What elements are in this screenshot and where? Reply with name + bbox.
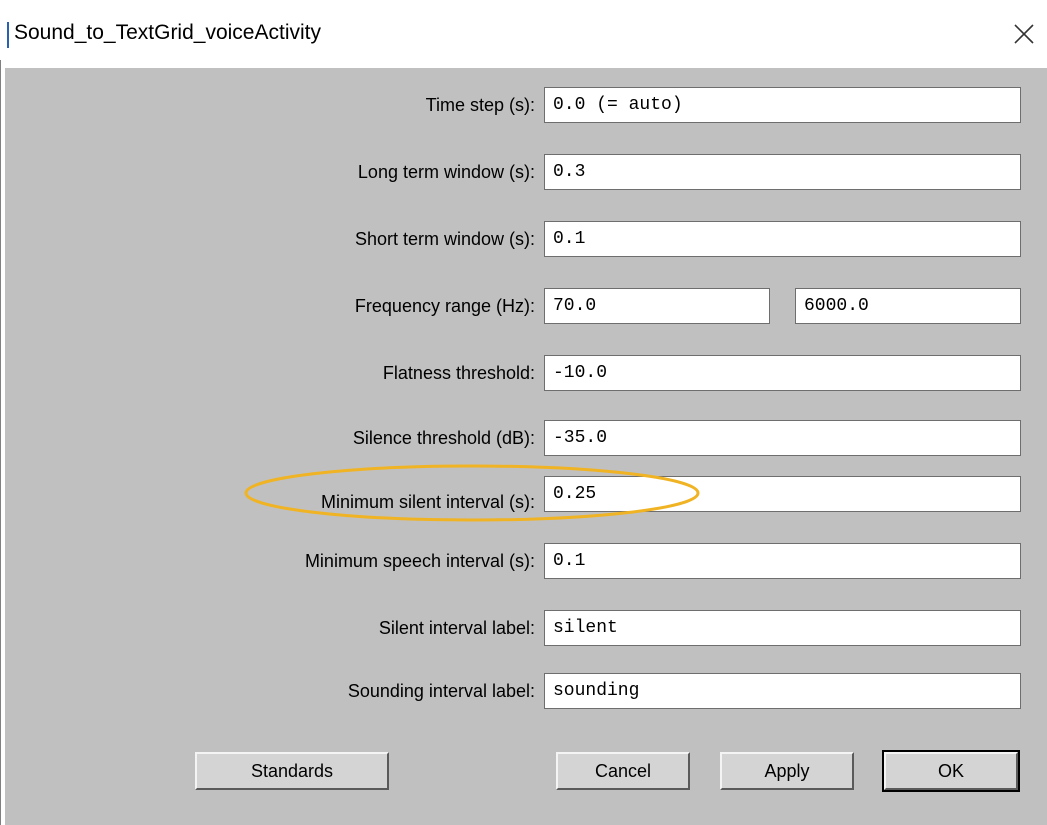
minimum-silent-interval-label: Minimum silent interval (s): — [320, 492, 535, 512]
short-term-window-label: Short term window (s): — [354, 229, 535, 249]
window-border — [0, 60, 1, 825]
silent-interval-label-label: Silent interval label: — [378, 618, 535, 638]
flatness-threshold-label: Flatness threshold: — [382, 363, 535, 383]
frequency-range-low-input[interactable]: 70.0 — [544, 288, 770, 324]
time-step-input[interactable]: 0.0 (= auto) — [544, 87, 1021, 123]
sounding-interval-label-label: Sounding interval label: — [347, 681, 535, 701]
silence-threshold-label: Silence threshold (dB): — [352, 428, 535, 448]
minimum-speech-interval-input[interactable]: 0.1 — [544, 543, 1021, 579]
long-term-window-input[interactable]: 0.3 — [544, 154, 1021, 190]
time-step-label: Time step (s): — [425, 95, 535, 115]
silent-interval-label-input[interactable]: silent — [544, 610, 1021, 646]
close-button[interactable] — [1008, 18, 1040, 50]
title-bar[interactable]: Sound_to_TextGrid_voiceActivity — [0, 0, 1047, 68]
title-accent — [7, 22, 9, 48]
close-icon — [1014, 24, 1034, 44]
dialog-window: Sound_to_TextGrid_voiceActivity Time ste… — [0, 0, 1047, 825]
frequency-range-high-input[interactable]: 6000.0 — [795, 288, 1021, 324]
short-term-window-input[interactable]: 0.1 — [544, 221, 1021, 257]
ok-button[interactable]: OK — [882, 750, 1020, 792]
silence-threshold-input[interactable]: -35.0 — [544, 420, 1021, 456]
cancel-button[interactable]: Cancel — [556, 752, 690, 790]
standards-button[interactable]: Standards — [195, 752, 389, 790]
window-title: Sound_to_TextGrid_voiceActivity — [14, 21, 321, 44]
long-term-window-label: Long term window (s): — [357, 162, 535, 182]
minimum-silent-interval-input[interactable]: 0.25 — [544, 476, 1021, 512]
minimum-speech-interval-label: Minimum speech interval (s): — [304, 551, 535, 571]
dialog-body: Time step (s): 0.0 (= auto) Long term wi… — [5, 68, 1047, 825]
frequency-range-label: Frequency range (Hz): — [354, 296, 535, 316]
apply-button[interactable]: Apply — [720, 752, 854, 790]
sounding-interval-label-input[interactable]: sounding — [544, 673, 1021, 709]
flatness-threshold-input[interactable]: -10.0 — [544, 355, 1021, 391]
